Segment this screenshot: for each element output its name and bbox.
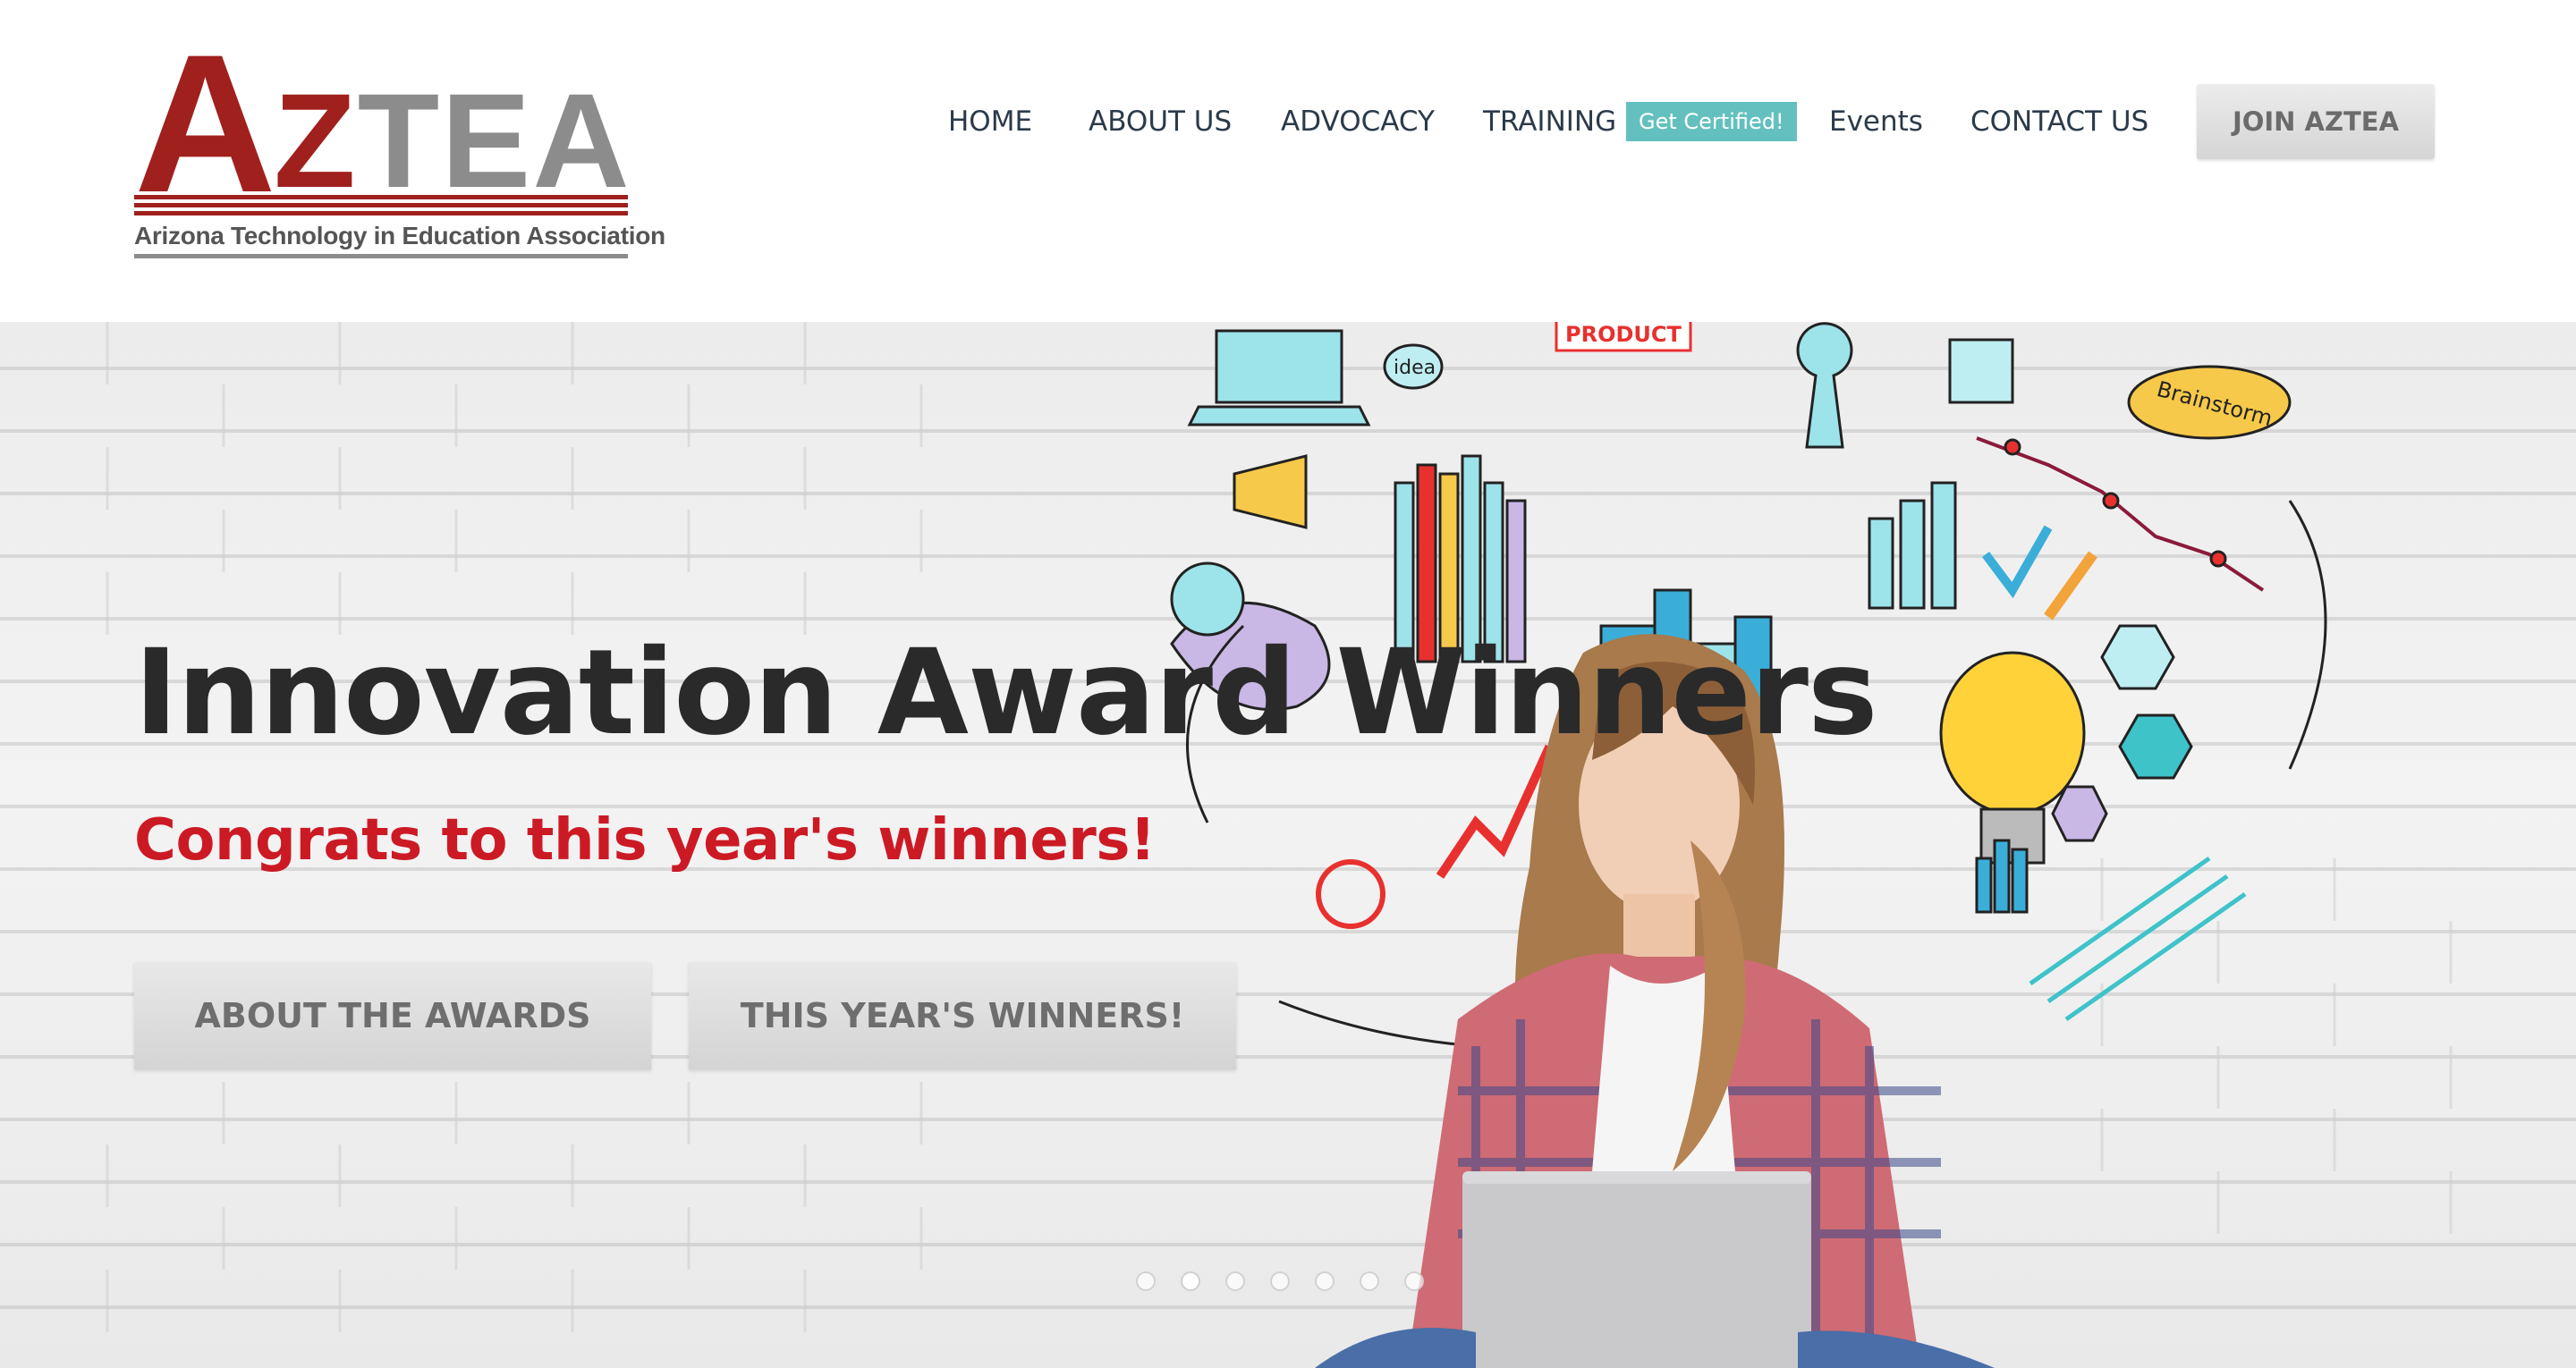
svg-text:PRODUCT: PRODUCT — [1565, 322, 1682, 347]
site-header: A ZTEA Arizona Technology in Education A… — [0, 0, 2576, 322]
hero-subtitle: Congrats to this year's winners! — [134, 807, 1156, 874]
logo-stripes — [134, 195, 628, 218]
nav-contact-us[interactable]: CONTACT US — [1970, 86, 2148, 157]
join-aztea-button[interactable]: JOIN AZTEA — [2197, 84, 2435, 159]
nav-events[interactable]: Events — [1829, 86, 1923, 157]
slider-dot[interactable] — [1315, 1271, 1335, 1291]
slider-dot[interactable] — [1404, 1271, 1424, 1291]
nav-about-us[interactable]: ABOUT US — [1089, 86, 1232, 157]
logo-letter-a: A — [134, 13, 276, 233]
aztea-logo[interactable]: A ZTEA Arizona Technology in Education A… — [134, 25, 665, 261]
logo-letters: ZTEA — [274, 65, 631, 215]
this-years-winners-button[interactable]: THIS YEAR'S WINNERS! — [689, 962, 1236, 1069]
nav-training[interactable]: TRAINING — [1483, 86, 1616, 157]
slider-dot[interactable] — [1225, 1271, 1245, 1291]
slider-dot-active[interactable] — [1181, 1271, 1200, 1291]
hero-slider: idea Brainstorm PRODUCT Innovation Award… — [0, 322, 2576, 1368]
hero-title: Innovation Award Winners — [134, 624, 1878, 762]
get-certified-badge[interactable]: Get Certified! — [1626, 102, 1797, 141]
nav-advocacy[interactable]: ADVOCACY — [1281, 86, 1435, 157]
about-the-awards-button[interactable]: ABOUT THE AWARDS — [134, 962, 651, 1069]
slider-dot[interactable] — [1360, 1271, 1379, 1291]
svg-text:idea: idea — [1394, 357, 1436, 379]
slider-dot[interactable] — [1136, 1271, 1156, 1291]
nav-home[interactable]: HOME — [948, 86, 1032, 157]
logo-tagline: Arizona Technology in Education Associat… — [134, 222, 665, 249]
logo-wordmark: A ZTEA — [134, 25, 631, 222]
slider-dot[interactable] — [1270, 1271, 1290, 1291]
logo-underline — [134, 254, 628, 258]
